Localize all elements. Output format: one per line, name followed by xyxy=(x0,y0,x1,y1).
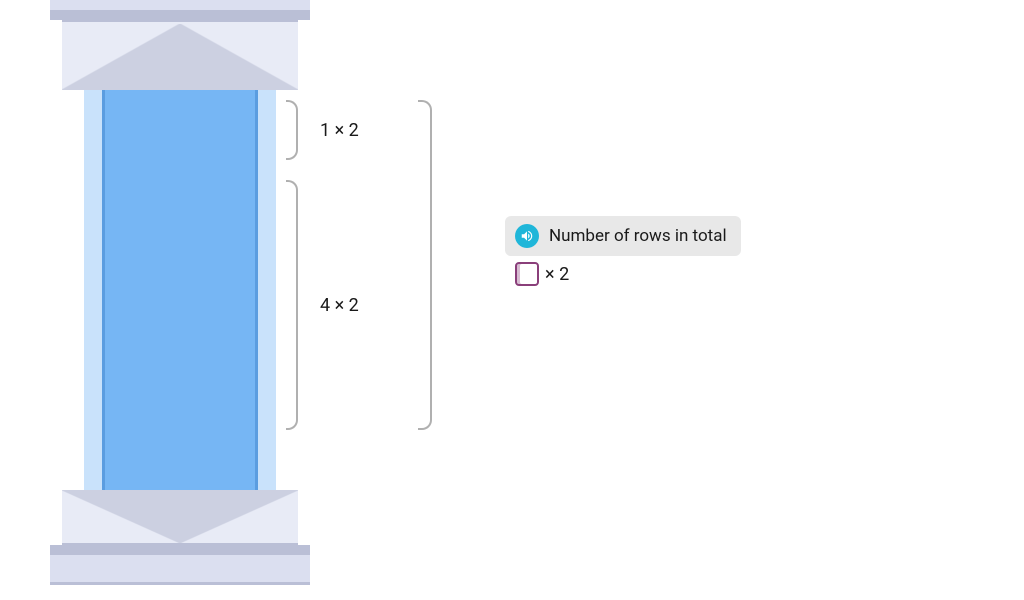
answer-input[interactable] xyxy=(515,262,539,286)
answer-suffix: × 2 xyxy=(545,264,569,285)
prompt-text: Number of rows in total xyxy=(549,226,727,246)
pillar-capital-top xyxy=(50,0,310,90)
answer-expression: × 2 xyxy=(515,262,569,286)
prompt-tooltip: Number of rows in total xyxy=(505,216,741,256)
pillar-capital-bottom xyxy=(50,490,310,600)
bracket-bottom-label: 4 × 2 xyxy=(320,295,359,316)
pillar-shaft xyxy=(84,90,276,490)
bracket-top xyxy=(286,100,298,160)
bracket-total xyxy=(418,100,432,430)
audio-icon[interactable] xyxy=(515,224,539,248)
bracket-bottom xyxy=(286,180,298,430)
pillar-illustration xyxy=(50,0,310,600)
bracket-top-label: 1 × 2 xyxy=(320,120,359,141)
